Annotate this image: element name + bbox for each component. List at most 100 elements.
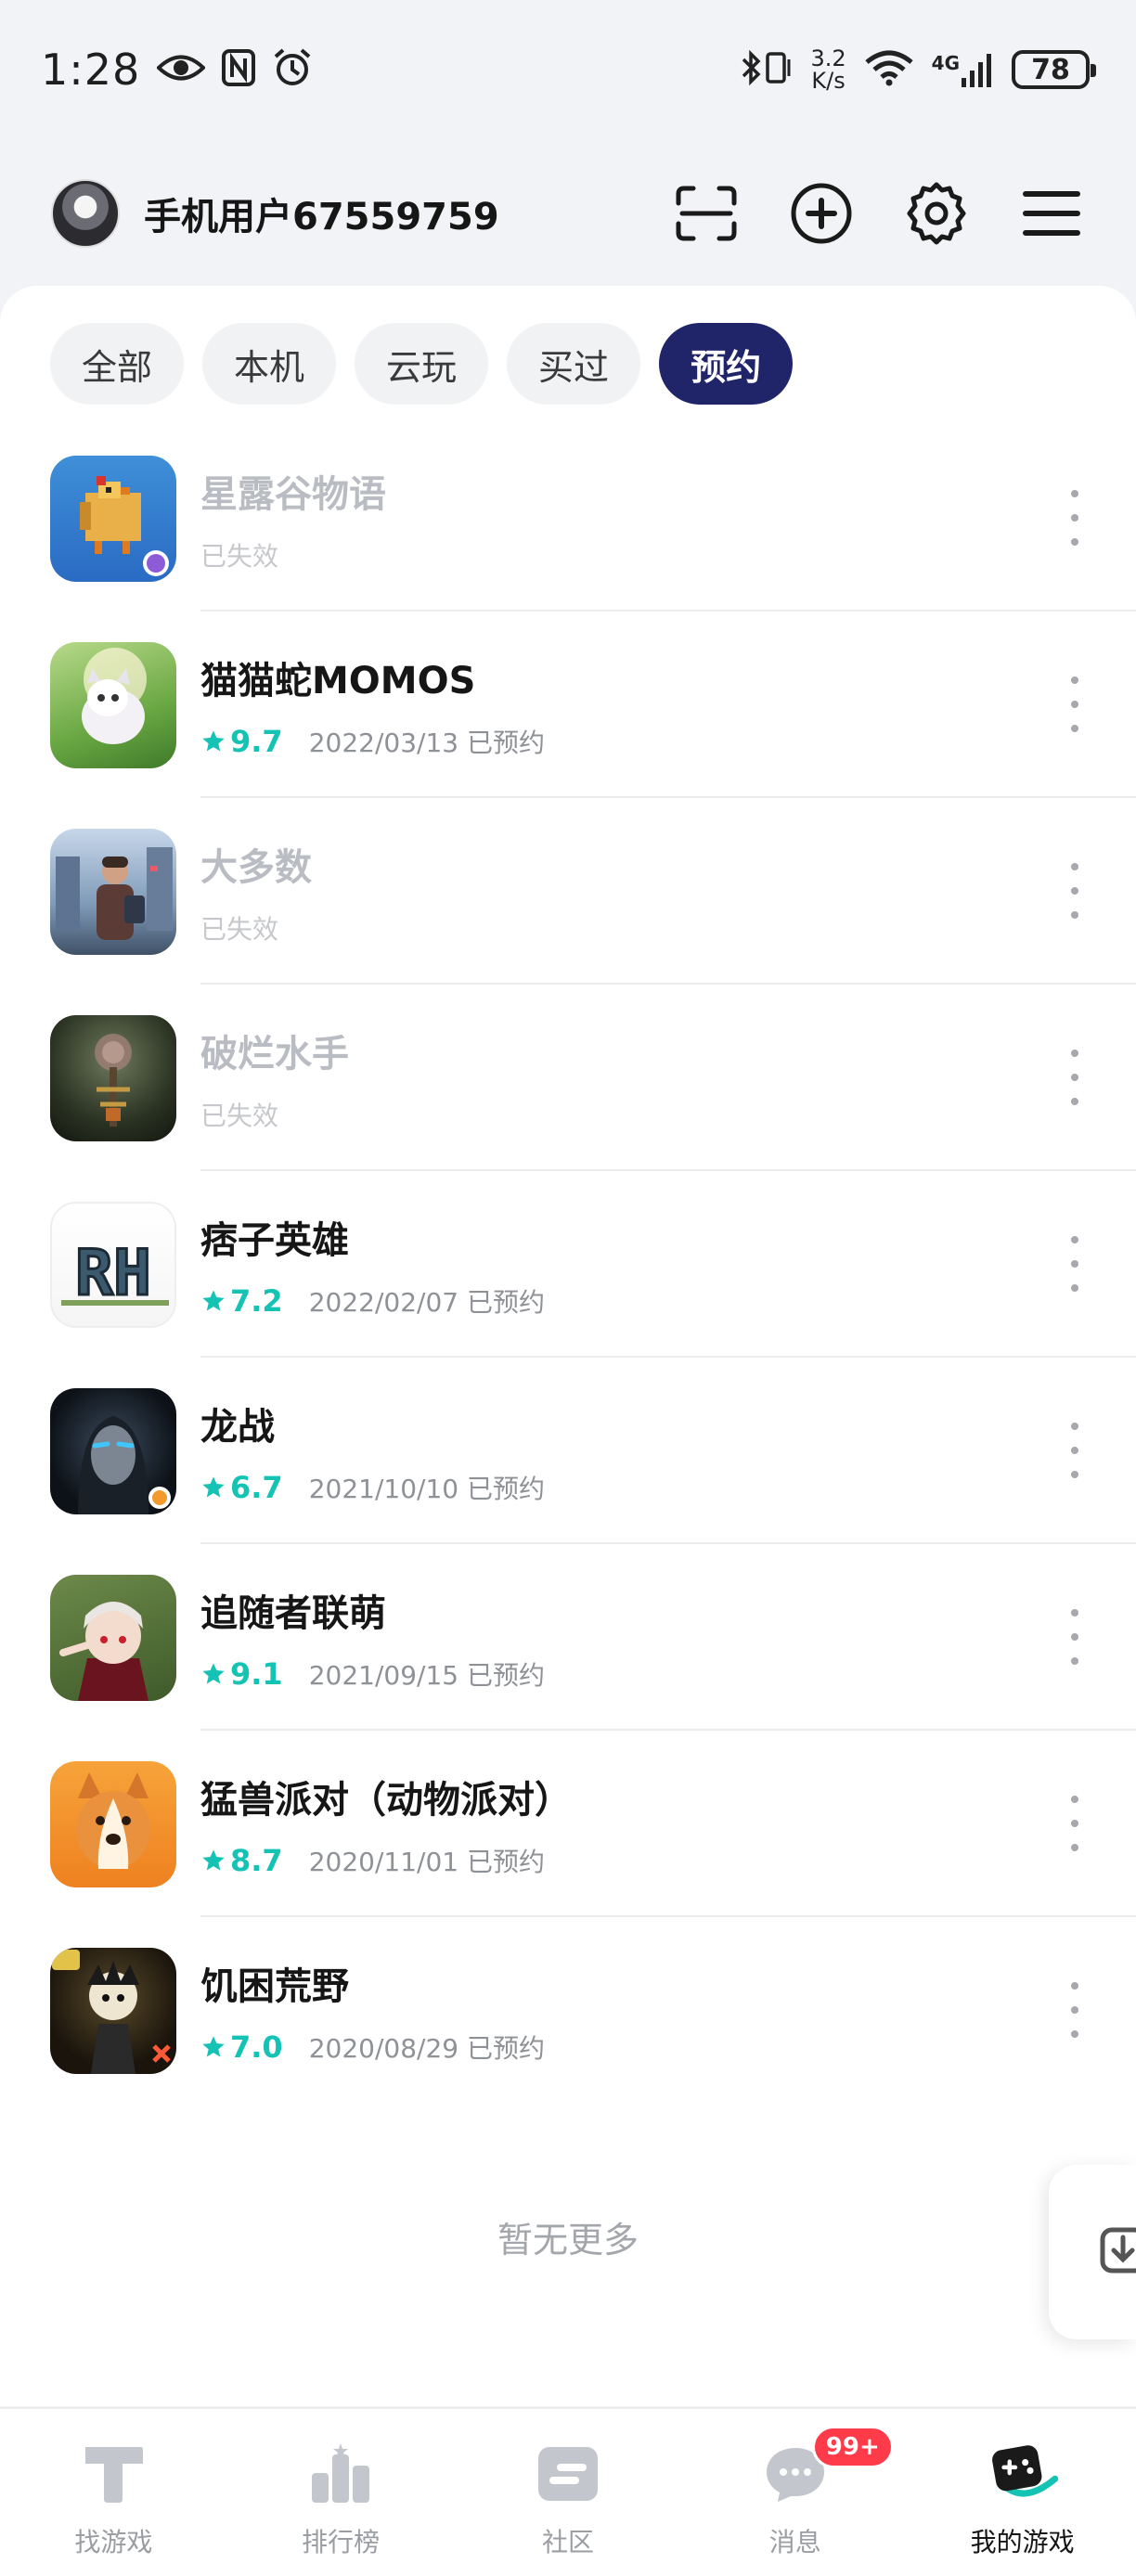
- game-icon-momos: [50, 641, 176, 768]
- game-name: 饥困荒野: [200, 1965, 349, 2008]
- filter-tabs: 全部 本机 云玩 买过 预约: [50, 323, 794, 405]
- rh-logo-text: RH: [75, 1237, 151, 1310]
- game-date: 2020/08/29: [308, 2033, 459, 2064]
- tab-purchased[interactable]: 买过: [507, 323, 641, 405]
- game-score-value: 7.0: [230, 2029, 283, 2065]
- menu-icon[interactable]: [1018, 180, 1085, 247]
- nav-ranking[interactable]: 排行榜: [248, 2409, 433, 2559]
- list-item[interactable]: 饥困荒野 7.0 2020/08/29 已预约: [0, 1917, 1136, 2104]
- nav-messages[interactable]: 99+ 消息: [703, 2409, 894, 2559]
- list-item[interactable]: 追随者联萌 9.1 2021/09/15 已预约: [0, 1544, 1136, 1731]
- more-options-icon[interactable]: [1065, 1609, 1084, 1665]
- status-time: 1:28: [41, 45, 141, 95]
- game-name: 猫猫蛇MOMOS: [200, 660, 476, 702]
- ranking-icon: [303, 2437, 378, 2511]
- game-date-status: 已预约: [466, 1660, 545, 1691]
- settings-gear-icon[interactable]: [903, 180, 970, 247]
- game-score: 7.2: [200, 1283, 283, 1319]
- more-options-icon[interactable]: [1065, 863, 1084, 919]
- list-item[interactable]: RH 痞子英雄 7.2 2022/02/07 已预约: [0, 1171, 1136, 1358]
- star-icon: [202, 2036, 225, 2057]
- community-icon: [531, 2437, 605, 2511]
- nfc-icon: [222, 49, 256, 90]
- game-name: 破烂水手: [200, 1033, 349, 1075]
- tab-local[interactable]: 本机: [202, 323, 337, 405]
- unread-badge: 99+: [811, 2426, 894, 2468]
- game-score-value: 9.1: [230, 1656, 283, 1692]
- bluetooth-vibrate-icon: [740, 48, 794, 91]
- game-status: 已失效: [200, 1101, 279, 1131]
- game-date-status: 已预约: [466, 1287, 545, 1318]
- nav-community[interactable]: 社区: [475, 2409, 661, 2559]
- download-manager-button[interactable]: [1049, 2165, 1136, 2339]
- game-icon-corgi: [50, 1760, 176, 1887]
- list-item[interactable]: 猛兽派对（动物派对） 8.7 2020/11/01 已预约: [0, 1731, 1136, 1917]
- net-speed-unit: K/s: [811, 68, 846, 94]
- nav-find-game[interactable]: 找游戏: [20, 2409, 206, 2559]
- game-icon-dont-starve: [50, 1947, 176, 2074]
- list-item[interactable]: 破烂水手 已失效: [0, 985, 1136, 1171]
- game-icon-sailor: [50, 1014, 176, 1141]
- game-score-value: 8.7: [230, 1843, 283, 1878]
- nav-label: 排行榜: [302, 2527, 381, 2557]
- game-date-status: 已预约: [466, 2033, 545, 2064]
- game-date: 2022/02/07: [308, 1287, 459, 1318]
- bottom-nav: 找游戏 排行榜 社区 99+ 消息 我的游戏: [0, 2407, 1136, 2576]
- game-score: 8.7: [200, 1843, 283, 1878]
- game-score-value: 9.7: [230, 724, 283, 759]
- tab-cloud[interactable]: 云玩: [355, 323, 489, 405]
- list-item[interactable]: 猫猫蛇MOMOS 9.7 2022/03/13 已预约: [0, 612, 1136, 798]
- net-speed-value: 3.2: [810, 45, 846, 71]
- game-name: 猛兽派对（动物派对）: [200, 1779, 572, 1822]
- game-name: 大多数: [200, 846, 312, 889]
- star-icon: [202, 730, 225, 752]
- game-date: 2021/09/15: [308, 1660, 459, 1691]
- list-item[interactable]: 龙战 6.7 2021/10/10 已预约: [0, 1358, 1136, 1544]
- game-icon-stardew: [50, 455, 176, 582]
- star-icon: [202, 1290, 225, 1311]
- game-icon-dark-hero: [50, 1387, 176, 1514]
- profile-header: 手机用户67559759: [0, 158, 1136, 269]
- list-item[interactable]: 星露谷物语 已失效: [0, 425, 1136, 612]
- more-options-icon[interactable]: [1065, 1236, 1084, 1292]
- game-name: 星露谷物语: [200, 473, 386, 516]
- game-date: 2021/10/10: [308, 1474, 459, 1504]
- network-type: 4G: [931, 52, 960, 74]
- nav-my-games[interactable]: 我的游戏: [930, 2409, 1116, 2559]
- scan-icon[interactable]: [673, 180, 740, 247]
- game-status: 已失效: [200, 541, 279, 572]
- game-score: 9.1: [200, 1656, 283, 1692]
- status-bar: 1:28 3.2 K/s 4G 78: [0, 0, 1136, 139]
- more-options-icon[interactable]: [1065, 1423, 1084, 1478]
- more-options-icon[interactable]: [1065, 1982, 1084, 2038]
- star-icon: [202, 1849, 225, 1871]
- wifi-icon: [863, 49, 915, 90]
- game-list: 星露谷物语 已失效 猫猫蛇MOMOS 9.7 2022/03/13 已预约 大多…: [0, 425, 1136, 2104]
- game-date-status: 已预约: [466, 1474, 545, 1504]
- battery-indicator: 78: [1012, 50, 1096, 89]
- nav-label: 我的游戏: [970, 2527, 1075, 2557]
- more-options-icon[interactable]: [1065, 1796, 1084, 1851]
- avatar[interactable]: [51, 179, 120, 248]
- game-score-value: 6.7: [230, 1470, 283, 1505]
- star-icon: [202, 1476, 225, 1498]
- game-name: 痞子英雄: [200, 1219, 349, 1262]
- game-date-status: 已预约: [466, 728, 545, 758]
- list-item[interactable]: 大多数 已失效: [0, 798, 1136, 985]
- game-score: 7.0: [200, 2029, 283, 2065]
- content-card: 全部 本机 云玩 买过 预约 星露谷物语 已失效 猫猫蛇MOMOS 9.7 20…: [0, 286, 1136, 2406]
- eye-icon: [156, 52, 207, 87]
- find-game-icon: [76, 2437, 150, 2511]
- add-circle-icon[interactable]: [788, 180, 855, 247]
- username[interactable]: 手机用户67559759: [144, 187, 673, 240]
- my-games-icon: [986, 2437, 1060, 2511]
- more-options-icon[interactable]: [1065, 490, 1084, 546]
- tab-all[interactable]: 全部: [50, 323, 185, 405]
- more-options-icon[interactable]: [1065, 676, 1084, 732]
- more-options-icon[interactable]: [1065, 1050, 1084, 1105]
- tab-reserved[interactable]: 预约: [659, 323, 794, 405]
- game-icon-city-man: [50, 828, 176, 955]
- alarm-icon: [272, 47, 313, 92]
- game-date-status: 已预约: [466, 1847, 545, 1877]
- nav-label: 找游戏: [74, 2527, 153, 2557]
